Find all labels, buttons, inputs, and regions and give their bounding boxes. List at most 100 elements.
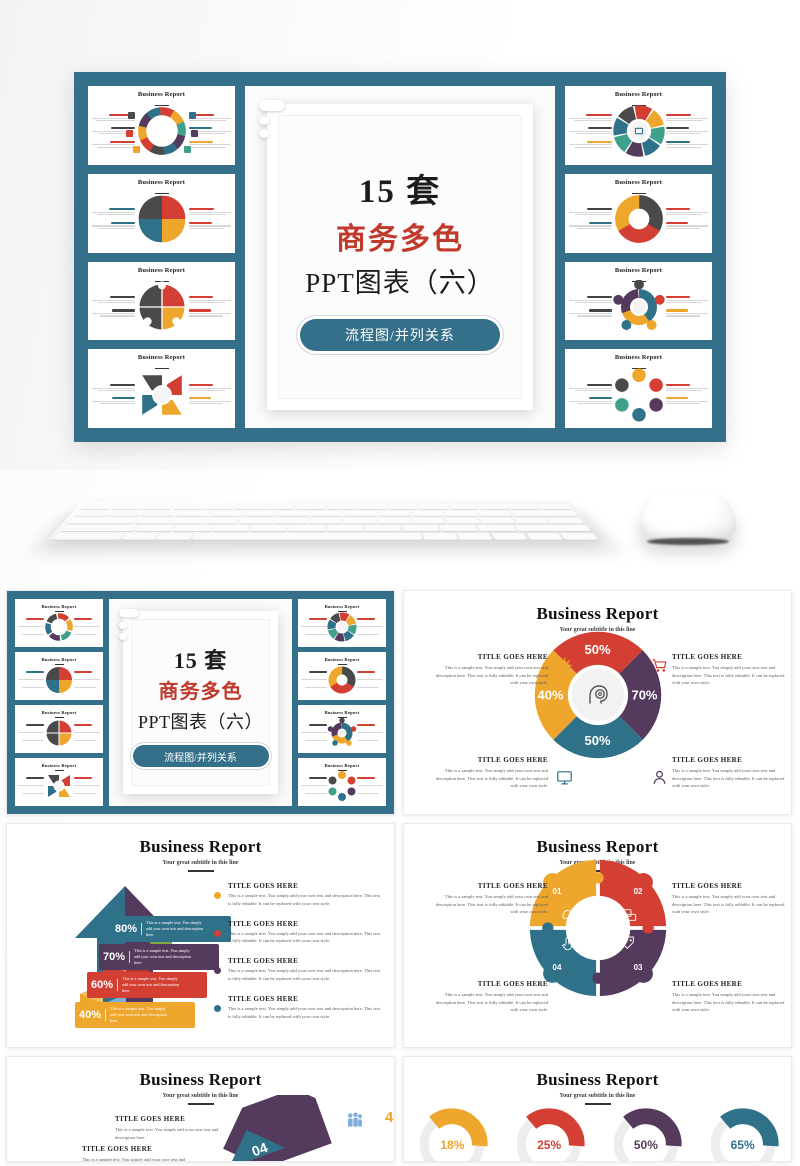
slide-grid: Business Report Business Report Business… — [0, 590, 800, 1166]
monitor-icon — [557, 771, 572, 785]
cover-line-2: 商务多色 — [158, 680, 243, 703]
gauge-4: 65% — [706, 1107, 780, 1161]
puzzle-chart: 01 02 03 04 — [527, 857, 669, 999]
stair-text: This is a sample text. You simply add yo… — [134, 947, 192, 966]
slide-four-segment-donut[interactable]: Business Report Your great subtitle in t… — [403, 590, 792, 815]
segment-value-top: 50% — [584, 642, 611, 657]
thumb-graphic-orbit — [612, 279, 666, 334]
block-title: TITLE GOES HERE — [477, 980, 548, 988]
cover-thumb-3: Business Report — [15, 705, 103, 753]
thumbnail-hex-flower-6-node[interactable]: Business Report — [565, 349, 712, 428]
segment-value-bottom: 50% — [584, 733, 611, 748]
segment-value-right: 70% — [631, 687, 658, 703]
thumb-graphic-shield — [135, 192, 189, 246]
paperclip-icon — [119, 609, 139, 641]
legend-title: TITLE GOES HERE — [228, 882, 299, 890]
legend-title: TITLE GOES HERE — [228, 919, 299, 928]
legend-dot — [214, 1004, 221, 1012]
title-rule — [187, 1103, 214, 1105]
stairs-legend: TITLE GOES HERE This is a sample text. Y… — [214, 882, 382, 1032]
hero-line-2: 商务多色 — [336, 222, 464, 256]
hero-center-card: 15 套 商务多色 PPT图表（六） 流程图/并列关系 — [245, 86, 555, 428]
thumb-graphic-circle4 — [135, 280, 189, 334]
stair-value: 60% — [91, 979, 119, 991]
thumbnail-swirl-3-segment[interactable]: Business Report — [565, 173, 712, 253]
touch-icon — [561, 937, 572, 951]
slide-puzzle-donut[interactable]: Business Report Your great subtitle in t… — [403, 823, 792, 1048]
thumbnail-orbit-5-node[interactable]: Business Report — [565, 261, 712, 341]
slide-cover[interactable]: Business Report Business Report Business… — [6, 590, 395, 815]
cover-line-3: PPT图表（六） — [137, 711, 264, 732]
gauge-value: 50% — [633, 1138, 658, 1153]
legend-body: This is a sample text. You simply add yo… — [228, 968, 381, 981]
legend-dot — [214, 967, 221, 975]
legend-item: TITLE GOES HERE This is a sample text. Y… — [214, 957, 382, 983]
hero-category-pill[interactable]: 流程图/并列关系 — [300, 319, 500, 352]
thumb-graphic-hexflower — [612, 368, 666, 422]
slide-ascending-stairs[interactable]: Business Report Your great subtitle in t… — [6, 823, 395, 1048]
thumb-title: Business Report — [614, 266, 663, 274]
thumbnail-ring-10-segment[interactable]: Business Report — [88, 86, 235, 165]
head-gear-icon — [588, 685, 608, 704]
cover-line-1: 15 套 — [173, 647, 228, 673]
thumb-title: Business Report — [137, 266, 186, 274]
cover-thumb-4: Business Report — [15, 758, 103, 806]
slide-ribbon-arrow-stats[interactable]: Business Report Your great subtitle in t… — [6, 1056, 395, 1162]
thumb-title: Business Report — [137, 354, 186, 362]
block-title: TITLE GOES HERE — [672, 980, 743, 988]
thumb-title: Business Report — [41, 763, 77, 768]
thumb-graphic-pinwheel — [135, 368, 189, 422]
gear-icon — [557, 658, 572, 673]
cart-icon — [652, 659, 667, 672]
hero-teal-frame: Business Report Business Report Business… — [74, 72, 726, 442]
stair-label-3: 70% This is a sample text. You simply ad… — [99, 944, 219, 970]
stair-value: 40% — [79, 1009, 107, 1021]
hero-banner: Business Report Business Report Business… — [0, 0, 800, 470]
cover-thumbs-left: Business Report Business Report Business… — [15, 599, 103, 806]
slide-subtitle: Your great subtitle in this line — [162, 1093, 239, 1099]
hero-thumbnails-left: Business Report Business Report Business… — [88, 86, 235, 428]
mouse — [640, 492, 736, 542]
stair-value: 70% — [103, 951, 131, 963]
slide-title: Business Report — [139, 1070, 262, 1089]
thumbnail-pinwheel-4-blade[interactable]: Business Report — [88, 349, 235, 428]
thumb-title: Business Report — [137, 91, 186, 98]
thumb-title: Business Report — [41, 604, 77, 609]
thumb-title: Business Report — [137, 178, 186, 186]
thumbnail-wheel-8-segment[interactable]: Business Report — [565, 86, 712, 165]
puzzle-number-01: 01 — [552, 887, 562, 896]
text-block-top-left: TITLE GOES HERE This is a sample text. Y… — [432, 882, 548, 916]
thumbnail-circle-4-quadrant[interactable]: Business Report — [88, 261, 235, 341]
cover-thumbs-right: Business Report Business Report Business… — [298, 599, 386, 806]
thumbnail-shield-4-quadrant[interactable]: Business Report — [88, 173, 235, 253]
text-block-bottom-left: TITLE GOES HERE This is a sample text. Y… — [432, 980, 548, 1014]
gauge-3: 50% — [609, 1107, 683, 1161]
segment-value-left: 40% — [537, 687, 564, 703]
keyboard — [47, 501, 605, 540]
slide-title: Business Report — [139, 837, 262, 856]
thumb-graphic-ring — [125, 104, 198, 158]
block-body: This is a sample text. You simply add yo… — [672, 665, 785, 686]
block-body: This is a sample text. You simply add yo… — [115, 1127, 219, 1140]
legend-item: TITLE GOES HERE This is a sample text. Y… — [214, 882, 382, 908]
cover-thumb-5: Business Report — [298, 599, 386, 647]
slide-gauge-row[interactable]: Business Report Your great subtitle in t… — [403, 1056, 792, 1162]
cover-category-pill[interactable]: 流程图/并列关系 — [132, 745, 269, 768]
donut-chart: 50% 70% 50% 40% — [532, 629, 664, 761]
thumb-title: Business Report — [324, 604, 360, 609]
puzzle-number-02: 02 — [633, 887, 643, 896]
text-block-top-right: TITLE GOES HERE This is a sample text. Y… — [672, 653, 788, 687]
hero-line-1: 15 套 — [358, 173, 442, 210]
block-body: This is a sample text. You simply add yo… — [435, 894, 548, 915]
block-body: This is a sample text. You simply add yo… — [672, 768, 785, 789]
stair-label-2: 60% This is a sample text. You simply ad… — [87, 972, 207, 998]
cover-thumb-8: Business Report — [298, 758, 386, 806]
cover-thumb-6: Business Report — [298, 652, 386, 700]
slide-title: Business Report — [536, 604, 659, 623]
gauge-value: 65% — [730, 1138, 755, 1153]
slide-subtitle: Your great subtitle in this line — [162, 860, 239, 866]
block-title: TITLE GOES HERE — [477, 756, 548, 764]
person-icon — [653, 770, 666, 784]
slide-subtitle: Your great subtitle in this line — [559, 1093, 636, 1099]
thumb-title: Business Report — [41, 710, 77, 715]
